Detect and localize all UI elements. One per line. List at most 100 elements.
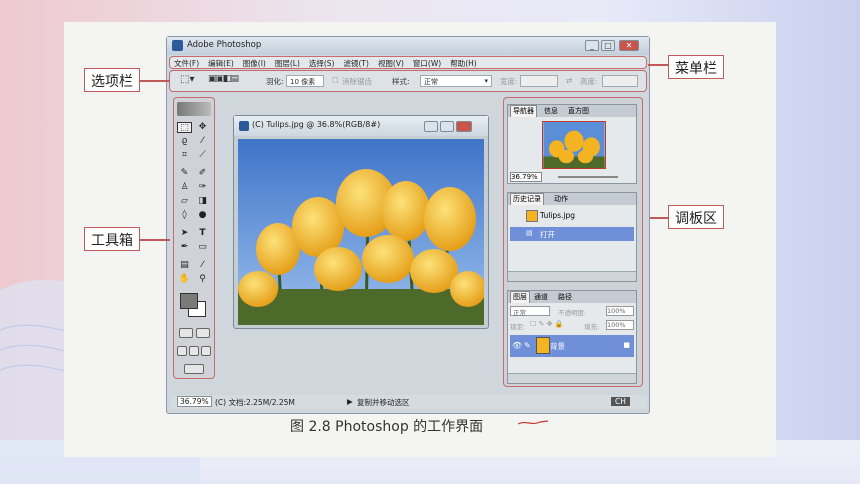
annotation-palettes: 调板区 (668, 205, 724, 229)
status-bar: 36.79% (C) 文档:2.25M/2.25M ▶ 复制并移动选区 CH (171, 395, 647, 409)
height-label: 高度: (580, 77, 598, 86)
toolbox: ⬚ ✥ ϱ ⁄ ⌗ ⟋ ✎ ✐ ♙ ✑ ▱ ◨ ◊ ● ➤ T ✒ ▭ ▤ ⁄ … (173, 97, 215, 379)
tab-paths[interactable]: 路径 (556, 292, 574, 302)
navigator-tabs: 导航器 信息 直方图 (508, 105, 636, 117)
fill-field[interactable]: 100% (606, 320, 634, 330)
minimize-button[interactable]: _ (585, 40, 599, 51)
height-input[interactable] (602, 75, 638, 87)
path-select-icon[interactable]: ➤ (177, 228, 192, 239)
slice-tool-icon[interactable]: ⟋ (195, 150, 210, 161)
tab-histogram[interactable]: 直方图 (566, 106, 591, 116)
navigator-thumbnail[interactable] (542, 121, 606, 169)
navigator-zoom-field[interactable]: 36.79% (510, 172, 542, 182)
status-arrow-icon[interactable]: ▶ (347, 397, 353, 406)
menu-filter[interactable]: 滤镜(T) (344, 58, 369, 68)
marquee-tool-icon[interactable]: ⬚ (177, 122, 192, 133)
marquee-preset-icon[interactable]: ⬚▾ (180, 74, 194, 85)
menu-select[interactable]: 选择(S) (309, 58, 335, 68)
eye-icon[interactable]: 👁 (512, 341, 522, 350)
doc-maximize-button[interactable] (440, 121, 454, 132)
style-select[interactable]: 正常 ▾ (420, 75, 492, 87)
menu-window[interactable]: 窗口(W) (413, 58, 441, 68)
maximize-button[interactable]: □ (601, 40, 615, 51)
menu-layer[interactable]: 图层(L) (275, 58, 300, 68)
tab-info[interactable]: 信息 (542, 106, 560, 116)
gradient-tool-icon[interactable]: ◨ (195, 196, 210, 207)
shape-tool-icon[interactable]: ▭ (195, 242, 210, 253)
tab-layers[interactable]: 图层 (510, 291, 530, 303)
style-label: 样式: (392, 77, 410, 86)
standard-mode-icon[interactable] (179, 328, 193, 338)
menu-view[interactable]: 视图(V) (378, 58, 404, 68)
annotation-line-toolbox (140, 239, 170, 241)
tab-actions[interactable]: 动作 (552, 194, 570, 204)
zoom-tool-icon[interactable]: ⚲ (195, 274, 210, 285)
lasso-tool-icon[interactable]: ϱ (177, 136, 192, 147)
layers-palette: 图层 通道 路径 正常 不透明度: 100% 锁定: ☐ ✎ ✥ 🔒 填充: 1… (507, 290, 637, 384)
blend-mode-select[interactable]: 正常 (510, 306, 550, 317)
menu-file[interactable]: 文件(F) (174, 58, 199, 68)
brush-tool-icon[interactable]: ✐ (195, 168, 210, 179)
menu-bar: 文件(F) 编辑(E) 图像(I) 图层(L) 选择(S) 滤镜(T) 视图(V… (169, 56, 647, 69)
history-state-icon: ▤ (526, 229, 533, 237)
dodge-tool-icon[interactable]: ● (195, 210, 210, 221)
antialias-checkbox[interactable]: ☐ (332, 76, 339, 85)
type-tool-icon[interactable]: T (195, 228, 210, 239)
opacity-field[interactable]: 100% (606, 306, 634, 316)
doc-close-button[interactable] (456, 121, 472, 132)
eraser-tool-icon[interactable]: ▱ (177, 196, 192, 207)
close-button[interactable]: ✕ (619, 40, 639, 51)
lock-icons[interactable]: ☐ ✎ ✥ 🔒 (530, 320, 563, 328)
menu-help[interactable]: 帮助(H) (450, 58, 477, 68)
annotation-options-bar: 选项栏 (84, 68, 140, 92)
doc-minimize-button[interactable] (424, 121, 438, 132)
title-bar: Adobe Photoshop _ □ ✕ (167, 37, 649, 55)
eyedropper-icon[interactable]: ⁄ (195, 260, 210, 271)
layer-background[interactable]: 👁 ✎ 背景 ■ (510, 335, 634, 357)
menu-image[interactable]: 图像(I) (243, 58, 266, 68)
annotation-menu-bar: 菜单栏 (668, 55, 724, 79)
crop-tool-icon[interactable]: ⌗ (177, 150, 192, 161)
magic-wand-icon[interactable]: ⁄ (195, 136, 210, 147)
layers-tabs: 图层 通道 路径 (508, 291, 636, 303)
pen-tool-icon[interactable]: ✒ (177, 242, 192, 253)
blur-tool-icon[interactable]: ◊ (177, 210, 192, 221)
status-zoom-field[interactable]: 36.79% (177, 396, 212, 407)
healing-brush-icon[interactable]: ✎ (177, 168, 192, 179)
foreground-color-swatch[interactable] (180, 293, 198, 309)
history-brush-icon[interactable]: ✑ (195, 182, 210, 193)
stamp-tool-icon[interactable]: ♙ (177, 182, 192, 193)
move-tool-icon[interactable]: ✥ (195, 122, 210, 133)
brush-link-icon: ✎ (524, 341, 531, 350)
screen-mode-1-icon[interactable] (177, 346, 187, 356)
pen-scribble (518, 420, 548, 425)
document-title: (C) Tulips.jpg @ 36.8%(RGB/8#) (252, 120, 381, 129)
tab-history[interactable]: 历史记录 (510, 193, 544, 205)
ime-indicator: CH (611, 397, 630, 406)
quickmask-mode-icon[interactable] (196, 328, 210, 338)
annotation-line-palettes (650, 217, 668, 219)
selection-mode-icons[interactable]: ▣▣◧▤ (208, 74, 239, 84)
window-title: Adobe Photoshop (187, 40, 262, 50)
width-input[interactable] (520, 75, 558, 87)
screen-mode-2-icon[interactable] (189, 346, 199, 356)
tab-channels[interactable]: 通道 (532, 292, 550, 302)
history-item-open[interactable]: ▤ 打开 (510, 227, 634, 241)
book-page: Adobe Photoshop _ □ ✕ 文件(F) 编辑(E) 图像(I) … (64, 22, 776, 457)
tab-navigator[interactable]: 导航器 (510, 105, 537, 117)
feather-input[interactable]: 10 像素 (286, 75, 324, 87)
notes-tool-icon[interactable]: ▤ (177, 260, 192, 271)
width-label: 宽度: (500, 77, 518, 86)
antialias-label: 消除锯齿 (342, 77, 372, 86)
photoshop-window: Adobe Photoshop _ □ ✕ 文件(F) 编辑(E) 图像(I) … (166, 36, 650, 414)
document-title-bar: (C) Tulips.jpg @ 36.8%(RGB/8#) (234, 116, 488, 136)
toolbox-header-feather (177, 102, 211, 116)
options-bar: ⬚▾ ▣▣◧▤ 羽化: 10 像素 ☐ 消除锯齿 样式: 正常 ▾ 宽度: ⇄ 高… (169, 70, 647, 92)
swap-icon[interactable]: ⇄ (566, 76, 572, 85)
navigator-zoom-slider[interactable] (558, 176, 618, 178)
history-snapshot[interactable]: Tulips.jpg (510, 209, 634, 223)
screen-mode-3-icon[interactable] (201, 346, 211, 356)
hand-tool-icon[interactable]: ✋ (177, 274, 192, 285)
jump-to-imageready-icon[interactable] (184, 364, 204, 374)
menu-edit[interactable]: 编辑(E) (208, 58, 234, 68)
